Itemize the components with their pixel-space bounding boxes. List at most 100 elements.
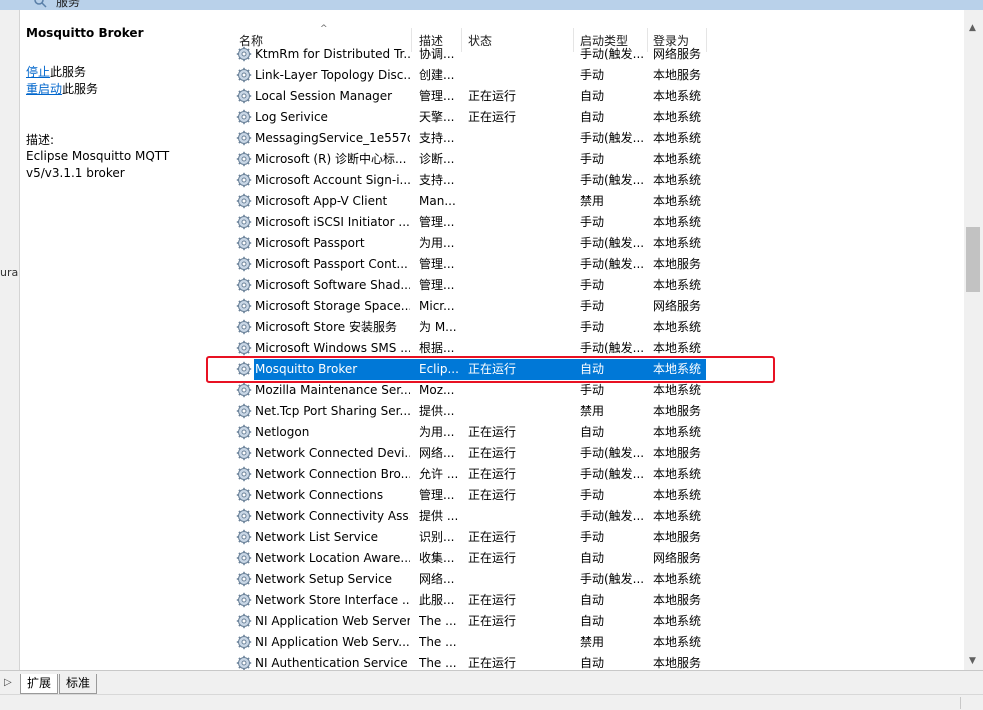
- service-logon-as: 本地系统: [653, 89, 702, 103]
- table-row[interactable]: Link-Layer Topology Disc... 创建... 手动 本地服务: [224, 65, 964, 86]
- gear-icon: [236, 487, 252, 503]
- service-status: 正在运行: [468, 362, 517, 376]
- stop-link-suffix: 此服务: [50, 65, 87, 79]
- table-row[interactable]: Network Connected Devi... 网络... 正在运行 手动(触发.…: [224, 443, 964, 464]
- table-row[interactable]: Microsoft (R) 诊断中心标... 诊断... 手动 本地系统: [224, 149, 964, 170]
- gear-icon: [236, 424, 252, 440]
- service-description: 为 M...: [419, 320, 457, 334]
- service-startup-type: 手动(触发...: [580, 467, 645, 481]
- table-row[interactable]: Network Store Interface ... 此服... 正在运行 自动 本地…: [224, 590, 964, 611]
- service-startup-type: 手动(触发...: [580, 236, 645, 250]
- table-row[interactable]: Network List Service 识别... 正在运行 手动 本地服务: [224, 527, 964, 548]
- table-row[interactable]: MessagingService_1e557d 支持... 手动(触发... 本地系统: [224, 128, 964, 149]
- service-logon-as: 网络服务: [653, 47, 702, 61]
- table-row[interactable]: Microsoft Software Shad... 管理... 手动 本地系统: [224, 275, 964, 296]
- service-startup-type: 手动(触发...: [580, 572, 645, 586]
- service-name: Network Setup Service: [255, 572, 393, 586]
- tab-standard[interactable]: 标准: [59, 674, 98, 694]
- chevron-up-icon[interactable]: ▲: [969, 23, 976, 33]
- table-row[interactable]: KtmRm for Distributed Tr... 协调... 手动(触发...…: [224, 44, 964, 65]
- service-logon-as: 本地系统: [653, 635, 702, 649]
- service-description: 提供 ...: [419, 509, 459, 523]
- gear-icon: [236, 550, 252, 566]
- service-logon-as: 本地系统: [653, 341, 702, 355]
- table-row[interactable]: Net.Tcp Port Sharing Ser... 提供... 禁用 本地服务: [224, 401, 964, 422]
- gear-icon: [236, 298, 252, 314]
- table-row[interactable]: Network Connectivity Ass... 提供 ... 手动(触发..…: [224, 506, 964, 527]
- table-row[interactable]: Log Serivice 天擎... 正在运行 自动 本地系统: [224, 107, 964, 128]
- service-startup-type: 自动: [580, 89, 605, 103]
- chevron-down-icon[interactable]: ▼: [969, 656, 976, 666]
- sort-ascending-icon: ^: [320, 24, 328, 34]
- service-startup-type: 手动(触发...: [580, 47, 645, 61]
- service-name: Network Location Aware...: [255, 551, 410, 565]
- table-row[interactable]: Microsoft Passport Cont... 管理... 手动(触发... 本…: [224, 254, 964, 275]
- service-name: Local Session Manager: [255, 89, 393, 103]
- service-startup-type: 自动: [580, 551, 605, 565]
- service-status: 正在运行: [468, 467, 517, 481]
- service-name: Microsoft Passport Cont...: [255, 257, 408, 271]
- restart-link[interactable]: 重启动: [26, 82, 62, 96]
- service-logon-as: 本地系统: [653, 131, 702, 145]
- table-row[interactable]: Microsoft Account Sign-i... 支持... 手动(触发...…: [224, 170, 964, 191]
- table-row[interactable]: Microsoft App-V Client Man... 禁用 本地系统: [224, 191, 964, 212]
- gear-icon: [236, 340, 252, 356]
- table-row[interactable]: Local Session Manager 管理... 正在运行 自动 本地系统: [224, 86, 964, 107]
- service-status: 正在运行: [468, 446, 517, 460]
- service-startup-type: 手动(触发...: [580, 446, 645, 460]
- table-row[interactable]: Microsoft Passport 为用... 手动(触发... 本地系统: [224, 233, 964, 254]
- gear-icon: [236, 319, 252, 335]
- table-row[interactable]: Mosquitto Broker Eclip... 正在运行 自动 本地系统: [206, 356, 964, 383]
- table-row[interactable]: Microsoft Storage Space... Micr... 手动 网络服务: [224, 296, 964, 317]
- service-name: Link-Layer Topology Disc...: [255, 68, 410, 82]
- gear-icon: [236, 46, 252, 62]
- service-startup-type: 手动: [580, 488, 605, 502]
- service-status: 正在运行: [468, 488, 517, 502]
- table-row[interactable]: NI Application Web Server The ... 正在运行 自动 本地…: [224, 611, 964, 632]
- tab-extended[interactable]: 扩展: [20, 674, 59, 694]
- service-name: Network Store Interface ...: [255, 593, 410, 607]
- table-row[interactable]: Network Connection Bro... 允许 ... 正在运行 手动(触发…: [224, 464, 964, 485]
- service-logon-as: 本地系统: [653, 236, 702, 250]
- service-description: Eclip...: [419, 362, 459, 376]
- service-status: 正在运行: [468, 530, 517, 544]
- service-name: Microsoft App-V Client: [255, 194, 388, 208]
- scrollbar-thumb[interactable]: [966, 227, 980, 292]
- gear-icon: [236, 571, 252, 587]
- service-description: 诊断...: [419, 152, 455, 166]
- table-row[interactable]: Network Location Aware... 收集... 正在运行 自动 网络服务: [224, 548, 964, 569]
- table-row[interactable]: Netlogon 为用... 正在运行 自动 本地系统: [224, 422, 964, 443]
- chevron-right-icon[interactable]: ▷: [4, 677, 12, 688]
- service-name: NI Application Web Serv...: [255, 635, 410, 649]
- service-name: Microsoft Store 安装服务: [255, 320, 397, 334]
- status-divider: [960, 697, 961, 709]
- service-startup-type: 手动(触发...: [580, 257, 645, 271]
- table-row[interactable]: Network Setup Service 网络... 手动(触发... 本地系统: [224, 569, 964, 590]
- service-description: 管理...: [419, 488, 455, 502]
- table-row[interactable]: Mozilla Maintenance Ser... Moz... 手动 本地系统: [224, 380, 964, 401]
- navigation-tree-edge: ura: [0, 10, 20, 670]
- gear-icon: [236, 592, 252, 608]
- service-status: 正在运行: [468, 614, 517, 628]
- table-row[interactable]: Microsoft Store 安装服务 为 M... 手动 本地系统: [224, 317, 964, 338]
- gear-icon: [236, 130, 252, 146]
- service-logon-as: 本地系统: [653, 383, 702, 397]
- service-description: 管理...: [419, 257, 455, 271]
- service-status: 正在运行: [468, 593, 517, 607]
- service-logon-as: 本地服务: [653, 257, 702, 271]
- service-description: 网络...: [419, 446, 455, 460]
- service-startup-type: 自动: [580, 593, 605, 607]
- service-description: 管理...: [419, 215, 455, 229]
- service-logon-as: 本地服务: [653, 446, 702, 460]
- stop-link[interactable]: 停止: [26, 65, 50, 79]
- tree-item-partial[interactable]: ura: [0, 266, 18, 279]
- service-description: 为用...: [419, 425, 455, 439]
- service-description: The ...: [419, 635, 457, 649]
- table-row[interactable]: Network Connections 管理... 正在运行 手动 本地系统: [224, 485, 964, 506]
- vertical-scrollbar[interactable]: ▲ ▼: [964, 10, 983, 670]
- gear-icon: [236, 361, 252, 377]
- table-row[interactable]: Microsoft iSCSI Initiator ... 管理... 手动 本地系统: [224, 212, 964, 233]
- table-row[interactable]: NI Application Web Serv... The ... 禁用 本地系统: [224, 632, 964, 653]
- table-row[interactable]: Microsoft Windows SMS ... 根据... 手动(触发... 本地…: [224, 338, 964, 359]
- description-panel: Mosquitto Broker 停止此服务 重启动此服务 描述: Eclips…: [21, 10, 224, 670]
